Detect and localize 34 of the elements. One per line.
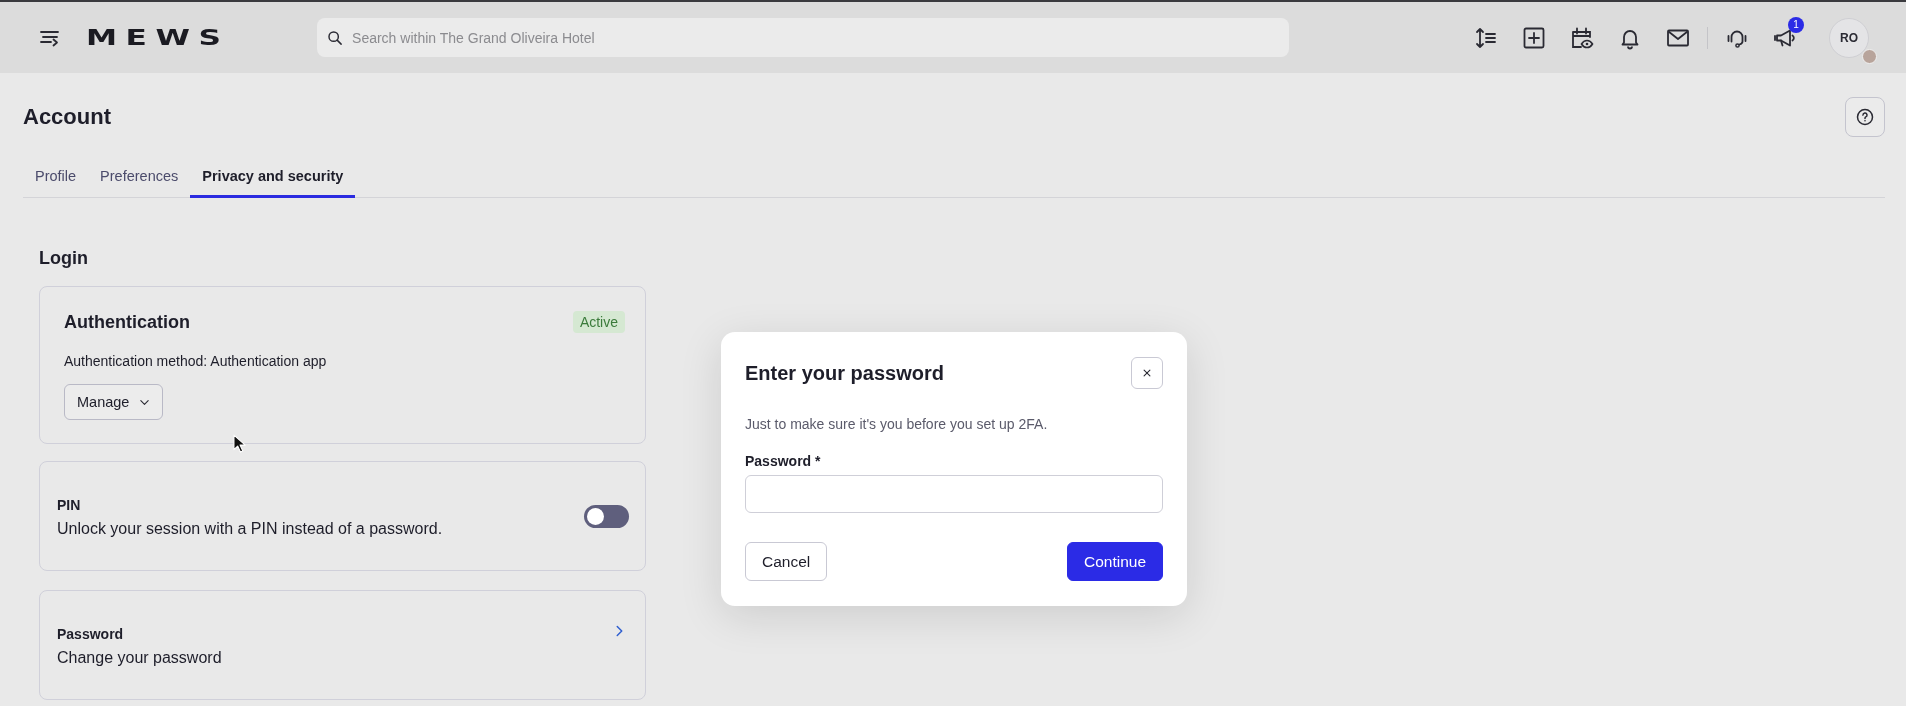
search-icon: [327, 30, 344, 46]
profile-photo-placeholder: [1862, 48, 1877, 64]
card-text: Authentication method: Authentication app: [64, 352, 327, 371]
help-icon: [1856, 108, 1874, 126]
calendar-eye-icon[interactable]: [1570, 25, 1594, 50]
logo: MEWS: [86, 25, 230, 50]
card-title: PIN: [57, 495, 81, 515]
mouse-pointer-icon: [233, 434, 246, 454]
status-badge: Active: [572, 311, 625, 333]
page-title: Account: [23, 103, 111, 131]
field-label: Password *: [745, 452, 821, 471]
dialog-title: Enter your password: [745, 361, 944, 386]
line-spacing-icon[interactable]: [1474, 25, 1498, 50]
card-title: Authentication: [64, 311, 190, 334]
search-field[interactable]: Search within The Grand Oliveira Hotel: [317, 18, 1290, 57]
help-button[interactable]: [1845, 97, 1885, 137]
toggle-switch[interactable]: [584, 504, 629, 528]
tab[interactable]: Preferences: [88, 155, 191, 198]
card-title: Password: [57, 624, 124, 644]
dialog-text: Just to make sure it's you before you set up 2FA.: [745, 415, 1048, 434]
plus-square-icon[interactable]: [1522, 25, 1546, 50]
avatar-button[interactable]: RO: [1829, 17, 1869, 58]
continue-button[interactable]: Continue: [1066, 542, 1163, 581]
tab[interactable]: Profile: [23, 155, 89, 198]
tab[interactable]: Privacy and security: [190, 155, 356, 198]
cancel-button[interactable]: Cancel: [745, 542, 828, 581]
card-text: Change your password: [57, 648, 222, 667]
close-icon: [1142, 368, 1152, 378]
section-title: Login: [39, 247, 88, 270]
card-text: Unlock your session with a PIN instead of a password.: [57, 519, 443, 538]
password-field[interactable]: [745, 475, 1163, 513]
chevron-right-icon[interactable]: [615, 624, 624, 638]
dropdown-button[interactable]: Manage: [64, 384, 164, 420]
notification-badge: 1: [1788, 16, 1804, 33]
